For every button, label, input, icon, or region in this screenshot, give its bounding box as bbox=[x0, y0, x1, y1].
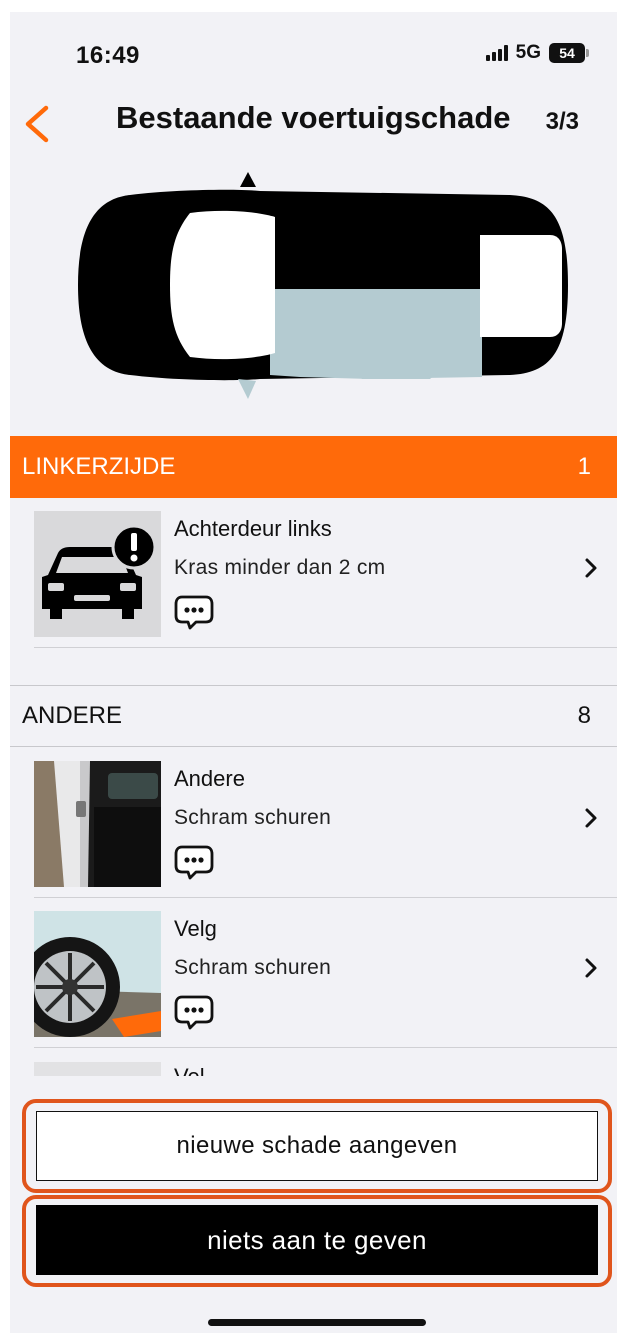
damage-thumbnail bbox=[34, 1062, 161, 1076]
comment-icon[interactable] bbox=[174, 844, 214, 880]
windshield bbox=[170, 210, 275, 360]
car-damage-diagram[interactable] bbox=[70, 167, 570, 403]
status-time: 16:49 bbox=[76, 42, 140, 69]
nothing-to-report-button[interactable]: niets aan te geven bbox=[36, 1205, 598, 1275]
battery-icon: 54 bbox=[549, 43, 589, 63]
status-indicators: 5G 54 bbox=[485, 42, 589, 64]
step-indicator: 3/3 bbox=[545, 108, 579, 135]
damage-location: Vel bbox=[174, 1064, 205, 1076]
left-mirror-damaged bbox=[238, 379, 256, 399]
home-indicator bbox=[208, 1319, 426, 1326]
page-title: Bestaande voertuigschade bbox=[116, 100, 511, 135]
damage-location: Andere bbox=[174, 766, 245, 791]
damage-description: Kras minder dan 2 cm bbox=[174, 556, 386, 579]
section-header-other[interactable]: ANDERE 8 bbox=[10, 685, 617, 747]
damage-location: Achterdeur links bbox=[174, 516, 332, 541]
damage-photo-rim bbox=[34, 911, 161, 1037]
damage-photo-door bbox=[34, 761, 161, 887]
damage-list-item-partial[interactable]: Vel bbox=[34, 1062, 617, 1076]
damage-list-item[interactable]: Achterdeur links Kras minder dan 2 cm bbox=[34, 498, 617, 648]
section-title: ANDERE bbox=[22, 702, 123, 729]
network-label: 5G bbox=[515, 42, 541, 63]
section-count: 1 bbox=[577, 453, 591, 480]
chevron-right-icon bbox=[585, 558, 597, 578]
damage-list-item[interactable]: Andere Schram schuren bbox=[34, 748, 617, 898]
chevron-right-icon bbox=[585, 808, 597, 828]
section-title: LINKERZIJDE bbox=[22, 453, 176, 480]
battery-level: 54 bbox=[549, 43, 585, 63]
section-header-left-side[interactable]: LINKERZIJDE 1 bbox=[10, 436, 617, 498]
damage-location: Velg bbox=[174, 916, 217, 941]
back-chevron-icon[interactable] bbox=[22, 102, 52, 146]
report-new-damage-button[interactable]: nieuwe schade aangeven bbox=[36, 1111, 598, 1181]
damage-description: Schram schuren bbox=[174, 956, 332, 979]
damaged-area-left bbox=[270, 289, 482, 379]
damage-thumbnail bbox=[34, 511, 161, 637]
damage-list-item[interactable]: Velg Schram schuren bbox=[34, 898, 617, 1048]
app-screen: 16:49 5G 54 Bestaande voertuigschade 3/3… bbox=[10, 12, 617, 1333]
comment-icon[interactable] bbox=[174, 594, 214, 630]
section-count: 8 bbox=[577, 702, 591, 729]
comment-icon[interactable] bbox=[174, 994, 214, 1030]
signal-icon bbox=[485, 45, 508, 61]
damage-description: Schram schuren bbox=[174, 806, 332, 829]
chevron-right-icon bbox=[585, 958, 597, 978]
car-alert-icon bbox=[42, 524, 157, 619]
rear-window bbox=[480, 235, 562, 337]
